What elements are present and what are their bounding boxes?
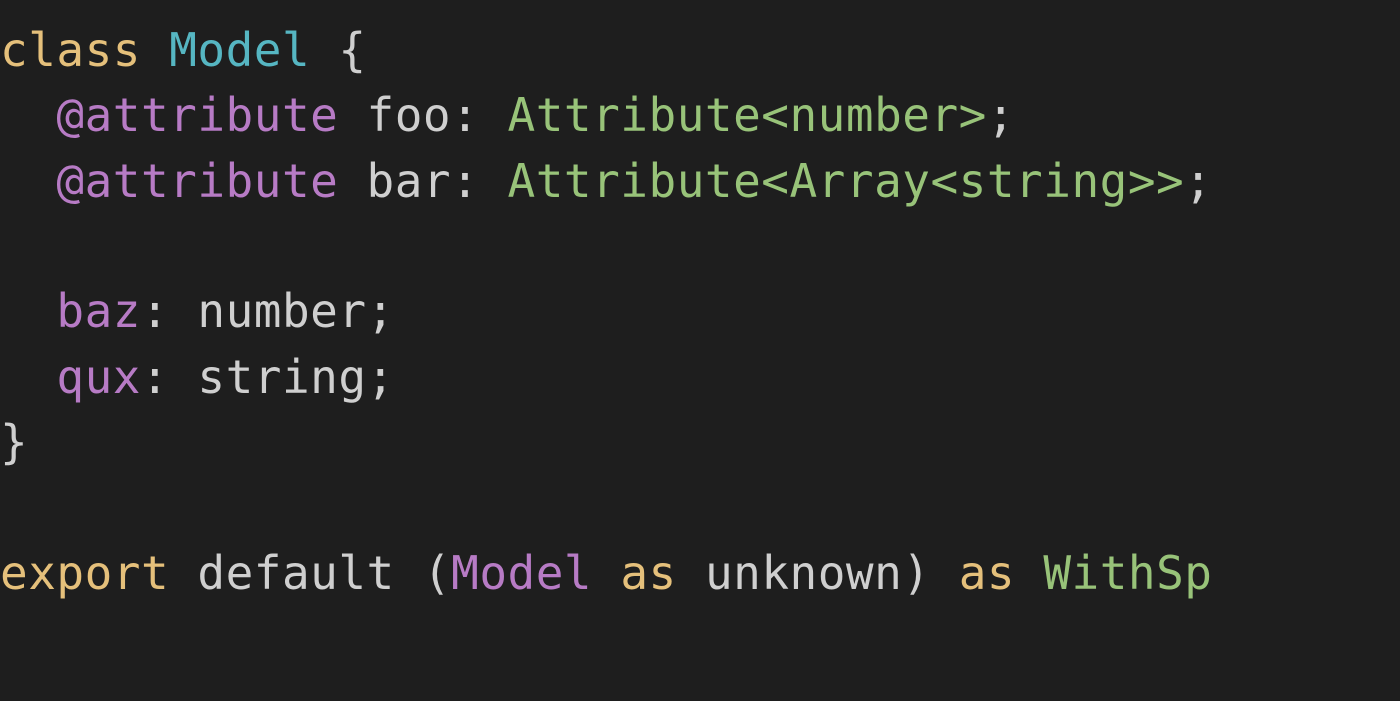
type-name: WithSp xyxy=(1043,546,1212,600)
type-name: number xyxy=(789,88,958,142)
code-line: baz: number; xyxy=(0,279,1400,344)
code-line: } xyxy=(0,410,1400,475)
keyword-unknown: unknown xyxy=(705,546,902,600)
property-name: bar xyxy=(367,154,452,208)
decorator: @attribute xyxy=(56,154,338,208)
keyword-class: class xyxy=(0,23,141,77)
class-name: Model xyxy=(169,23,310,77)
code-line: export default (Model as unknown) as Wit… xyxy=(0,541,1400,606)
identifier: Model xyxy=(451,546,592,600)
type-name: Attribute xyxy=(508,88,762,142)
type-name: number xyxy=(197,284,366,338)
property-name: qux xyxy=(56,350,141,404)
type-name: Array xyxy=(789,154,930,208)
type-name: string xyxy=(197,350,366,404)
paren-open: ( xyxy=(423,546,451,600)
code-line xyxy=(0,214,1400,279)
code-line: qux: string; xyxy=(0,345,1400,410)
code-line: class Model { xyxy=(0,18,1400,83)
keyword-as: as xyxy=(959,546,1015,600)
code-line: @attribute foo: Attribute<number>; xyxy=(0,83,1400,148)
type-name: Attribute xyxy=(508,154,762,208)
property-name: baz xyxy=(56,284,141,338)
keyword-default: default xyxy=(197,546,394,600)
keyword-as: as xyxy=(620,546,676,600)
brace-open: { xyxy=(338,23,366,77)
code-editor[interactable]: class Model { @attribute foo: Attribute<… xyxy=(0,18,1400,606)
decorator: @attribute xyxy=(56,88,338,142)
code-line xyxy=(0,475,1400,540)
keyword-export: export xyxy=(0,546,169,600)
paren-close: ) xyxy=(902,546,930,600)
type-name: string xyxy=(959,154,1128,208)
property-name: foo xyxy=(367,88,452,142)
code-line: @attribute bar: Attribute<Array<string>>… xyxy=(0,149,1400,214)
brace-close: } xyxy=(0,415,28,469)
